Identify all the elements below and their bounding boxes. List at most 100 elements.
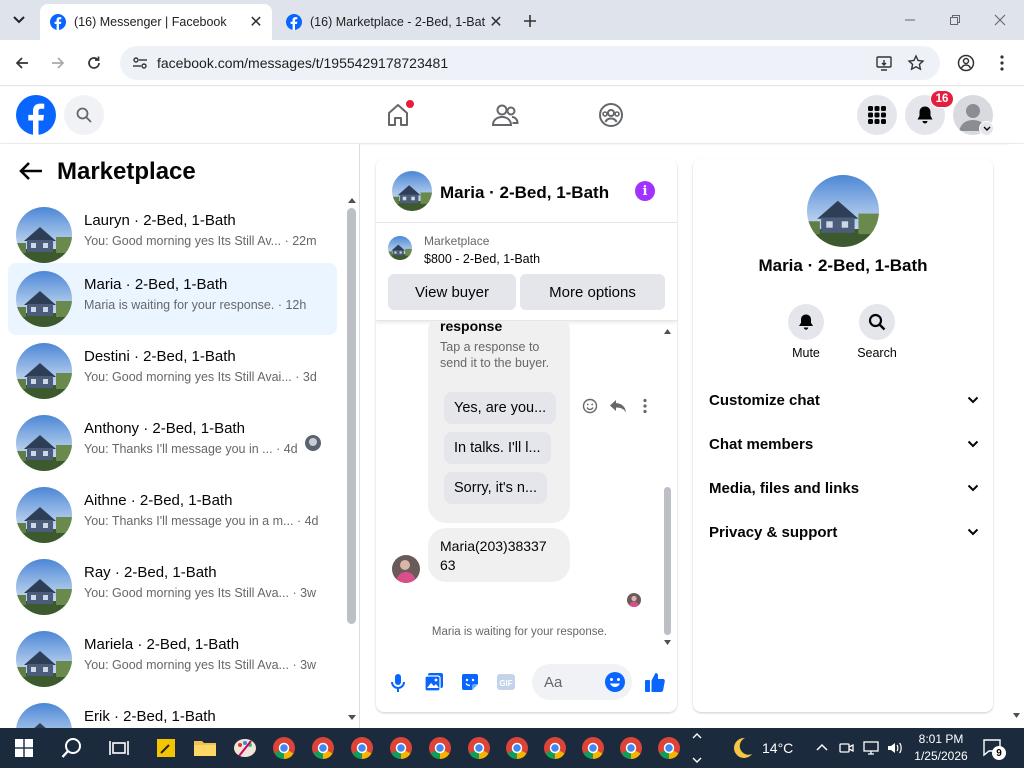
network-icon[interactable] — [862, 740, 880, 756]
account-dropdown-button[interactable] — [979, 121, 994, 136]
mute-action[interactable]: Mute — [776, 304, 836, 360]
chrome-icon — [582, 737, 604, 759]
conversation-preview: You: Good morning yes Its Still Ava... ·… — [84, 658, 317, 672]
incoming-message[interactable]: Maria(203)38337 63 — [428, 528, 570, 582]
info-icon[interactable]: i — [635, 181, 655, 201]
weather-temperature[interactable]: 14°C — [762, 740, 793, 756]
chrome-window[interactable] — [463, 732, 495, 764]
conversation-item[interactable]: Erik · 2-Bed, 1-Bath — [8, 695, 337, 728]
chrome-window[interactable] — [385, 732, 417, 764]
browser-menu-button[interactable] — [989, 50, 1015, 76]
suggested-reply[interactable]: In talks. I'll l... — [444, 432, 551, 464]
scroll-up-arrow-icon[interactable] — [663, 327, 672, 335]
customize-chat-section[interactable]: Customize chat — [709, 385, 979, 415]
attach-photo-icon[interactable] — [424, 672, 444, 692]
meet-now-icon[interactable] — [838, 740, 854, 756]
maria-avatar[interactable] — [392, 555, 420, 583]
sticker-icon[interactable] — [460, 672, 480, 692]
menu-button[interactable] — [857, 95, 897, 135]
emoji-icon[interactable] — [604, 671, 626, 693]
chrome-window[interactable] — [268, 732, 300, 764]
restore-button[interactable] — [933, 6, 977, 34]
thumbs-up-icon[interactable] — [644, 671, 666, 693]
close-tab-icon[interactable]: ✕ — [486, 12, 506, 32]
minimize-button[interactable] — [888, 6, 932, 34]
listing-thumbnail[interactable] — [388, 236, 412, 260]
more-actions-icon[interactable] — [643, 398, 647, 414]
listing-avatar[interactable] — [392, 171, 432, 211]
chat-members-section[interactable]: Chat members — [709, 429, 979, 459]
chrome-window[interactable] — [653, 732, 685, 764]
conversation-item[interactable]: Mariela · 2-Bed, 1-Bath You: Good mornin… — [8, 623, 337, 695]
back-button[interactable] — [9, 50, 35, 76]
tab-marketplace[interactable]: (16) Marketplace - 2-Bed, 1-Bath ✕ — [276, 4, 512, 40]
chrome-window[interactable] — [346, 732, 378, 764]
taskbar-overflow-scroller[interactable] — [690, 730, 704, 766]
file-explorer-app[interactable] — [189, 732, 221, 764]
paint-app[interactable] — [229, 732, 261, 764]
search-facebook-button[interactable] — [64, 95, 104, 135]
chevron-up-icon[interactable] — [816, 742, 828, 752]
reply-icon[interactable] — [609, 398, 627, 414]
scroll-up-arrow-icon[interactable] — [347, 196, 357, 204]
forward-button[interactable] — [45, 50, 71, 76]
chrome-window[interactable] — [615, 732, 647, 764]
nav-friends[interactable] — [487, 97, 523, 133]
taskbar-search-button[interactable] — [56, 732, 88, 764]
view-buyer-button[interactable]: View buyer — [388, 274, 516, 310]
address-bar[interactable]: facebook.com/messages/t/1955429178723481 — [120, 46, 940, 80]
back-arrow-icon[interactable] — [18, 160, 44, 182]
suggested-reply[interactable]: Sorry, it's n... — [444, 472, 548, 504]
chat-list-scrollbar[interactable] — [347, 208, 356, 624]
chrome-window[interactable] — [424, 732, 456, 764]
conversation-item-selected[interactable]: Maria · 2-Bed, 1-Bath Maria is waiting f… — [8, 263, 337, 335]
more-options-button[interactable]: More options — [520, 274, 665, 310]
sticky-notes-app[interactable] — [150, 732, 182, 764]
install-app-icon[interactable] — [875, 54, 893, 72]
close-tab-icon[interactable]: ✕ — [246, 12, 266, 32]
suggested-reply[interactable]: Yes, are you... — [444, 392, 557, 424]
nav-groups[interactable] — [593, 97, 629, 133]
scroll-down-arrow-icon[interactable] — [347, 714, 357, 722]
moon-weather-icon[interactable] — [730, 736, 754, 760]
scroll-down-arrow-icon[interactable] — [1012, 712, 1021, 720]
close-window-button[interactable] — [978, 6, 1022, 34]
nav-home[interactable] — [380, 97, 416, 133]
gif-icon[interactable]: GIF — [496, 672, 516, 692]
thread-scrollbar[interactable] — [664, 487, 671, 635]
reload-button[interactable] — [81, 50, 107, 76]
bookmark-star-icon[interactable] — [907, 54, 925, 72]
start-button[interactable] — [8, 732, 40, 764]
tab-messenger[interactable]: (16) Messenger | Facebook ✕ — [40, 4, 272, 40]
search-in-chat-action[interactable]: Search — [847, 304, 907, 360]
page-scrollbar[interactable] — [1009, 144, 1024, 728]
conversation-item[interactable]: Destini · 2-Bed, 1-Bath You: Good mornin… — [8, 335, 337, 407]
conversation-item[interactable]: Ray · 2-Bed, 1-Bath You: Good morning ye… — [8, 551, 337, 623]
media-files-links-section[interactable]: Media, files and links — [709, 473, 979, 503]
chrome-window[interactable] — [501, 732, 533, 764]
conversation-item[interactable]: Anthony · 2-Bed, 1-Bath You: Thanks I'll… — [8, 407, 337, 479]
tab-search-button[interactable] — [6, 8, 32, 32]
microphone-icon[interactable] — [390, 673, 406, 693]
chrome-window[interactable] — [539, 732, 571, 764]
chrome-window[interactable] — [307, 732, 339, 764]
url-text[interactable]: facebook.com/messages/t/1955429178723481 — [157, 55, 448, 71]
profile-button[interactable] — [953, 50, 979, 76]
privacy-support-section[interactable]: Privacy & support — [709, 517, 979, 547]
new-tab-button[interactable] — [518, 9, 542, 33]
conversation-name: Destini · 2-Bed, 1-Bath — [84, 348, 236, 365]
listing-avatar-large[interactable] — [807, 175, 879, 247]
react-emoji-icon[interactable] — [582, 398, 598, 414]
volume-icon[interactable] — [886, 740, 904, 756]
facebook-logo-icon[interactable] — [16, 95, 56, 135]
conversation-item[interactable]: Aithne · 2-Bed, 1-Bath You: Thanks I'll … — [8, 479, 337, 551]
conversation-item[interactable]: Lauryn · 2-Bed, 1-Bath You: Good morning… — [8, 199, 337, 271]
notification-center-button[interactable]: 9 — [982, 737, 1006, 760]
message-input[interactable]: Aa — [532, 664, 632, 700]
clock[interactable]: 8:01 PM 1/25/2026 — [910, 731, 972, 765]
scroll-down-arrow-icon[interactable] — [663, 639, 672, 647]
task-view-button[interactable] — [103, 732, 135, 764]
conversation-title[interactable]: Maria · 2-Bed, 1-Bath — [440, 183, 609, 203]
site-settings-icon[interactable] — [132, 55, 148, 71]
chrome-window[interactable] — [577, 732, 609, 764]
